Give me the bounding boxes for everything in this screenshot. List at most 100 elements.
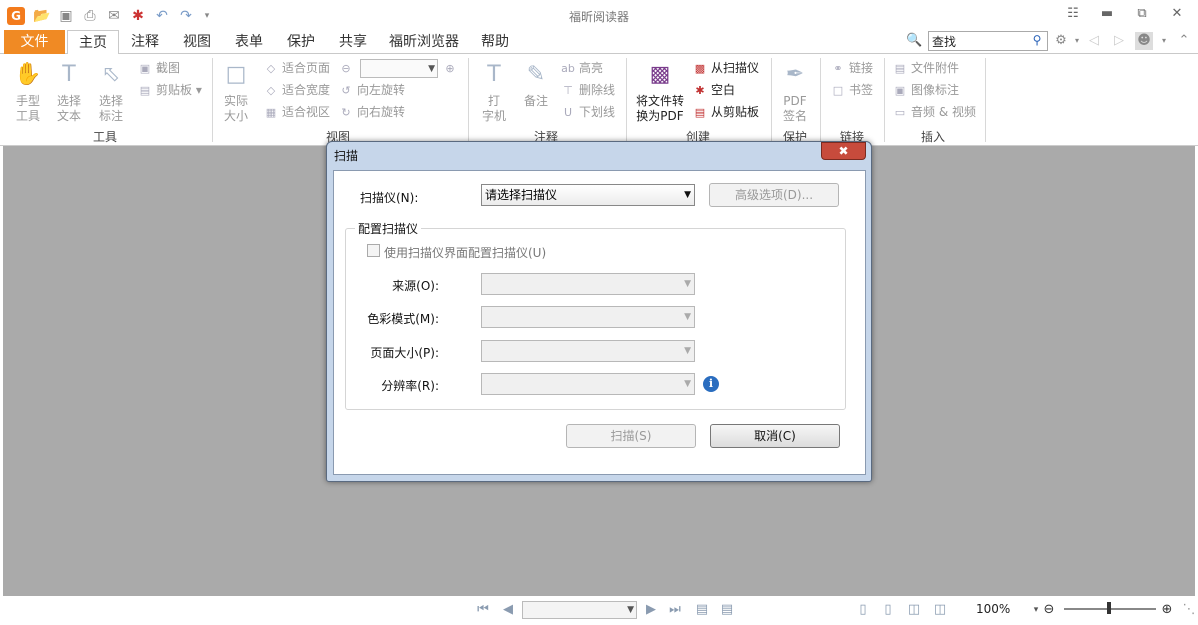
typewriter-icon: T bbox=[487, 62, 501, 87]
zoom-out-button[interactable]: ⊖ bbox=[338, 59, 357, 77]
strikeout-button[interactable]: ⊤ 删除线 bbox=[560, 81, 615, 99]
previous-page-icon[interactable]: ◀ bbox=[499, 601, 517, 619]
forward-icon[interactable]: ▷ bbox=[1110, 32, 1128, 50]
from-scanner-button[interactable]: ▩ 从扫描仪 bbox=[692, 59, 759, 77]
ribbon-separator bbox=[771, 58, 772, 142]
settings-dropdown-icon[interactable]: ▾ bbox=[1068, 32, 1086, 50]
hand-tool-button[interactable]: ✋ 手型 工具 bbox=[8, 60, 48, 124]
search-box[interactable]: ⚲ bbox=[928, 31, 1048, 51]
actual-size-button[interactable]: □ 实际 大小 bbox=[216, 60, 256, 124]
zoom-combobox[interactable]: ▼ bbox=[360, 59, 438, 78]
fit-width-icon: ◇ bbox=[266, 84, 276, 97]
facing-page-icon[interactable]: ◫ bbox=[905, 601, 923, 619]
clipboard-icon: ▤ bbox=[139, 84, 151, 97]
audio-video-button[interactable]: ▭ 音频 & 视频 bbox=[892, 103, 976, 121]
advanced-options-button[interactable]: 高级选项(D)... bbox=[709, 183, 839, 207]
first-page-icon[interactable]: ⏮ bbox=[474, 601, 492, 619]
fit-visible-icon: ▦ bbox=[265, 106, 277, 119]
typewriter-button[interactable]: T 打 字机 bbox=[474, 60, 514, 124]
source-select[interactable]: ▼ bbox=[481, 273, 695, 295]
page-number-input[interactable]: ▼ bbox=[522, 601, 637, 619]
link-button[interactable]: ⚭ 链接 bbox=[830, 59, 873, 77]
zoom-out-icon[interactable]: ⊖ bbox=[1040, 601, 1058, 619]
bookmark-icon: □ bbox=[832, 84, 844, 97]
status-bar: ⏮ ◀ ▼ ▶ ⏭ ▤ ▤ ▯ ▯ ◫ ◫ 100% ▾ ⊖ ⊕ ⋱ bbox=[0, 596, 1198, 625]
color-mode-select[interactable]: ▼ bbox=[481, 306, 695, 328]
actual-size-icon: □ bbox=[225, 62, 247, 87]
tab-comment[interactable]: 注释 bbox=[123, 30, 167, 54]
zoom-level-display[interactable]: 100% bbox=[976, 602, 1010, 616]
media-icon: ▭ bbox=[894, 106, 906, 119]
zoom-slider-thumb[interactable] bbox=[1107, 602, 1111, 614]
rotate-right-button[interactable]: ↻ 向右旋转 bbox=[338, 103, 405, 121]
previous-view-icon[interactable]: ▤ bbox=[693, 601, 711, 619]
select-annotation-button[interactable]: ⬁ 选择 标注 bbox=[91, 60, 131, 124]
resolution-label: 分辨率(R): bbox=[381, 379, 439, 393]
page-size-select[interactable]: ▼ bbox=[481, 340, 695, 362]
from-clipboard-button[interactable]: ▤ 从剪贴板 bbox=[692, 103, 759, 121]
dialog-body: 扫描仪(N): 请选择扫描仪 ▼ 高级选项(D)... 配置扫描仪 使用扫描仪界… bbox=[333, 170, 866, 475]
file-attachment-button[interactable]: ▤ 文件附件 bbox=[892, 59, 959, 77]
scanner-select[interactable]: 请选择扫描仪 ▼ bbox=[481, 184, 695, 206]
tab-home[interactable]: 主页 bbox=[67, 30, 119, 55]
collapse-ribbon-icon[interactable]: ⌃ bbox=[1175, 32, 1193, 50]
cancel-button[interactable]: 取消(C) bbox=[710, 424, 840, 448]
tab-share[interactable]: 共享 bbox=[331, 30, 375, 54]
find-folder-icon[interactable]: 🔍 bbox=[906, 33, 924, 49]
tab-form[interactable]: 表单 bbox=[227, 30, 271, 54]
layout-icon[interactable]: ☷ bbox=[1062, 5, 1084, 23]
highlight-button[interactable]: ab 高亮 bbox=[560, 59, 603, 77]
single-page-icon[interactable]: ▯ bbox=[854, 601, 872, 619]
snapshot-button[interactable]: ▣ 截图 bbox=[137, 59, 180, 77]
fit-page-button[interactable]: ◇ 适合页面 bbox=[263, 59, 330, 77]
dialog-close-button[interactable]: ✖ bbox=[821, 142, 866, 160]
back-icon[interactable]: ◁ bbox=[1085, 32, 1103, 50]
restore-button[interactable]: ⧉ bbox=[1131, 5, 1153, 23]
fit-width-button[interactable]: ◇ 适合宽度 bbox=[263, 81, 330, 99]
page-size-label: 页面大小(P): bbox=[370, 346, 439, 360]
zoom-in-icon: ⊕ bbox=[445, 62, 455, 75]
last-page-icon[interactable]: ⏭ bbox=[666, 601, 684, 619]
user-dropdown-icon[interactable]: ▾ bbox=[1155, 32, 1173, 50]
select-text-button[interactable]: T 选择 文本 bbox=[49, 60, 89, 124]
continuous-page-icon[interactable]: ▯ bbox=[879, 601, 897, 619]
user-avatar-icon[interactable]: ☻ bbox=[1135, 32, 1153, 50]
next-page-icon[interactable]: ▶ bbox=[642, 601, 660, 619]
resolution-select[interactable]: ▼ bbox=[481, 373, 695, 395]
tab-protect[interactable]: 保护 bbox=[279, 30, 323, 54]
tab-view[interactable]: 视图 bbox=[175, 30, 219, 54]
minimize-button[interactable]: ▬ bbox=[1096, 5, 1118, 23]
tab-help[interactable]: 帮助 bbox=[473, 30, 517, 54]
continuous-facing-icon[interactable]: ◫ bbox=[931, 601, 949, 619]
search-input[interactable] bbox=[929, 32, 1029, 50]
scanner-label: 扫描仪(N): bbox=[360, 191, 419, 205]
note-button[interactable]: ✎ 备注 bbox=[516, 60, 556, 109]
convert-to-pdf-button[interactable]: ▩ 将文件转 换为PDF bbox=[634, 60, 686, 124]
configure-scanner-title: 配置扫描仪 bbox=[355, 220, 422, 237]
blank-page-button[interactable]: ✱ 空白 bbox=[692, 81, 735, 99]
rotate-left-icon: ↺ bbox=[341, 84, 351, 97]
zoom-in-button[interactable]: ⊕ bbox=[442, 59, 461, 77]
fit-visible-button[interactable]: ▦ 适合视区 bbox=[263, 103, 330, 121]
tab-foxit-browser[interactable]: 福昕浏览器 bbox=[383, 30, 465, 54]
scan-button[interactable]: 扫描(S) bbox=[566, 424, 696, 448]
clipboard-button[interactable]: ▤ 剪贴板 ▾ bbox=[137, 81, 202, 99]
ribbon-separator bbox=[626, 58, 627, 142]
bookmark-button[interactable]: □ 书签 bbox=[830, 81, 873, 99]
search-icon[interactable]: ⚲ bbox=[1029, 33, 1045, 49]
info-icon[interactable]: i bbox=[703, 376, 719, 392]
underline-button[interactable]: U 下划线 bbox=[560, 103, 615, 121]
rotate-left-button[interactable]: ↺ 向左旋转 bbox=[338, 81, 405, 99]
resize-grip-icon[interactable]: ⋱ bbox=[1180, 601, 1198, 619]
tab-file[interactable]: 文件 bbox=[4, 30, 65, 54]
next-view-icon[interactable]: ▤ bbox=[718, 601, 736, 619]
pdf-sign-button[interactable]: ✒ PDF 签名 bbox=[775, 60, 815, 124]
use-scanner-ui-checkbox[interactable] bbox=[367, 244, 380, 257]
scanner-icon: ▩ bbox=[694, 62, 706, 75]
image-annotation-button[interactable]: ▣ 图像标注 bbox=[892, 81, 959, 99]
zoom-in-icon[interactable]: ⊕ bbox=[1158, 601, 1176, 619]
dialog-title: 扫描 bbox=[334, 149, 359, 163]
image-icon: ▣ bbox=[894, 84, 906, 97]
close-window-button[interactable]: ✕ bbox=[1166, 5, 1188, 23]
chevron-down-icon: ▼ bbox=[684, 346, 691, 356]
